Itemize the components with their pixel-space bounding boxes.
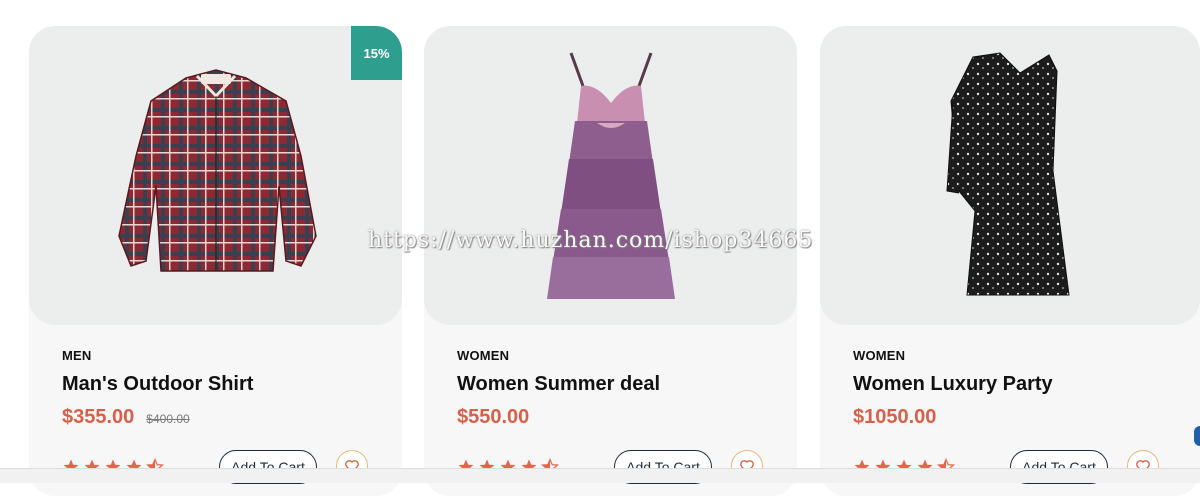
product-title[interactable]: Women Luxury Party <box>853 373 1180 396</box>
product-price: $1050.00 <box>853 406 937 428</box>
product-image[interactable] <box>29 26 402 325</box>
summer-dress-image <box>546 51 675 299</box>
product-title[interactable]: Man's Outdoor Shirt <box>62 373 382 396</box>
product-image[interactable] <box>820 26 1200 325</box>
product-category[interactable]: WOMEN <box>457 348 777 363</box>
product-card[interactable]: WOMEN Women Luxury Party $1050.00 Add To… <box>820 26 1200 496</box>
product-image[interactable] <box>424 26 797 325</box>
product-price: $550.00 <box>457 406 530 428</box>
discount-badge: 15% <box>351 26 402 80</box>
plaid-shirt-image <box>117 68 317 272</box>
product-title[interactable]: Women Summer deal <box>457 373 777 396</box>
product-card[interactable]: WOMEN Women Summer deal $550.00 Add To C… <box>424 26 797 496</box>
party-dress-image <box>946 51 1070 295</box>
horizontal-scrollbar[interactable] <box>0 468 1200 483</box>
product-category[interactable]: MEN <box>62 348 382 363</box>
product-grid: 15% MEN Man's Outdoor Shirt $355.00 $400… <box>0 0 1200 496</box>
scroll-to-top-button[interactable] <box>1194 426 1200 446</box>
product-card[interactable]: 15% MEN Man's Outdoor Shirt $355.00 $400… <box>29 26 402 496</box>
product-old-price: $400.00 <box>146 412 190 426</box>
product-price: $355.00 <box>62 406 135 428</box>
product-category[interactable]: WOMEN <box>853 348 1180 363</box>
